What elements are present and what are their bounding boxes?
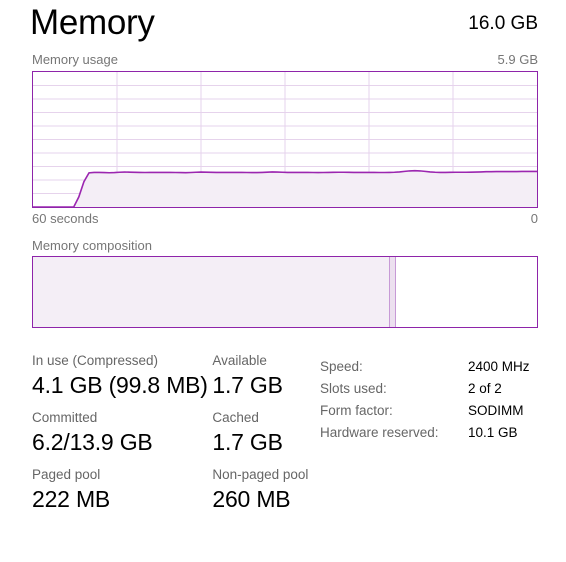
stat-value: SODIMM (468, 403, 524, 418)
stat-row: In use (Compressed) 4.1 GB (99.8 MB) Ava… (32, 352, 312, 400)
composition-segment-free (396, 257, 537, 327)
memory-usage-plot (33, 72, 537, 207)
composition-divider-in-use (389, 257, 390, 327)
stat-label: Committed (32, 410, 98, 425)
composition-segment-in-use (33, 257, 389, 327)
stat-key: Hardware reserved: (320, 425, 439, 440)
graph-axis-right-label: 0 (530, 211, 538, 226)
memory-stats-left: In use (Compressed) 4.1 GB (99.8 MB) Ava… (32, 352, 312, 523)
stat-value: 2400 MHz (468, 359, 530, 374)
memory-stats-right: Speed: 2400 MHz Slots used: 2 of 2 Form … (320, 356, 560, 444)
total-memory-value: 16.0 GB (468, 13, 538, 34)
stat-form-factor: Form factor: SODIMM (320, 400, 560, 422)
memory-usage-scale-max: 5.9 GB (497, 52, 538, 67)
stat-available: Available 1.7 GB (212, 352, 312, 400)
stat-cached: Cached 1.7 GB (212, 409, 312, 457)
stat-key: Speed: (320, 359, 363, 374)
stat-label: Available (212, 353, 267, 368)
memory-usage-area (33, 170, 537, 207)
stat-value: 1.7 GB (212, 372, 283, 398)
stat-label: In use (Compressed) (32, 353, 159, 368)
memory-composition-label: Memory composition (32, 238, 152, 253)
memory-usage-graph[interactable] (32, 71, 538, 208)
stat-committed: Committed 6.2/13.9 GB (32, 409, 212, 457)
stat-label: Paged pool (32, 467, 101, 482)
page-title: Memory (30, 3, 155, 42)
stat-key: Slots used: (320, 381, 387, 396)
stat-slots-used: Slots used: 2 of 2 (320, 378, 560, 400)
memory-header: Memory 16.0 GB (0, 0, 566, 50)
stat-key: Form factor: (320, 403, 393, 418)
stat-non-paged-pool: Non-paged pool 260 MB (212, 466, 312, 514)
stat-value: 1.7 GB (212, 429, 283, 455)
stat-value: 6.2/13.9 GB (32, 429, 153, 455)
stat-label: Cached (212, 410, 259, 425)
memory-usage-label: Memory usage (32, 52, 118, 67)
stat-row: Paged pool 222 MB Non-paged pool 260 MB (32, 466, 312, 514)
stat-value: 260 MB (212, 486, 291, 512)
stat-in-use: In use (Compressed) 4.1 GB (99.8 MB) (32, 352, 212, 400)
stat-hardware-reserved: Hardware reserved: 10.1 GB (320, 422, 560, 444)
composition-divider-modified (395, 257, 396, 327)
stat-value: 2 of 2 (468, 381, 502, 396)
stat-label: Non-paged pool (212, 467, 309, 482)
stat-paged-pool: Paged pool 222 MB (32, 466, 212, 514)
stat-speed: Speed: 2400 MHz (320, 356, 560, 378)
stat-value: 10.1 GB (468, 425, 518, 440)
stat-value: 4.1 GB (99.8 MB) (32, 372, 208, 398)
stat-row: Committed 6.2/13.9 GB Cached 1.7 GB (32, 409, 312, 457)
stat-value: 222 MB (32, 486, 111, 512)
memory-composition-bar[interactable] (32, 256, 538, 328)
